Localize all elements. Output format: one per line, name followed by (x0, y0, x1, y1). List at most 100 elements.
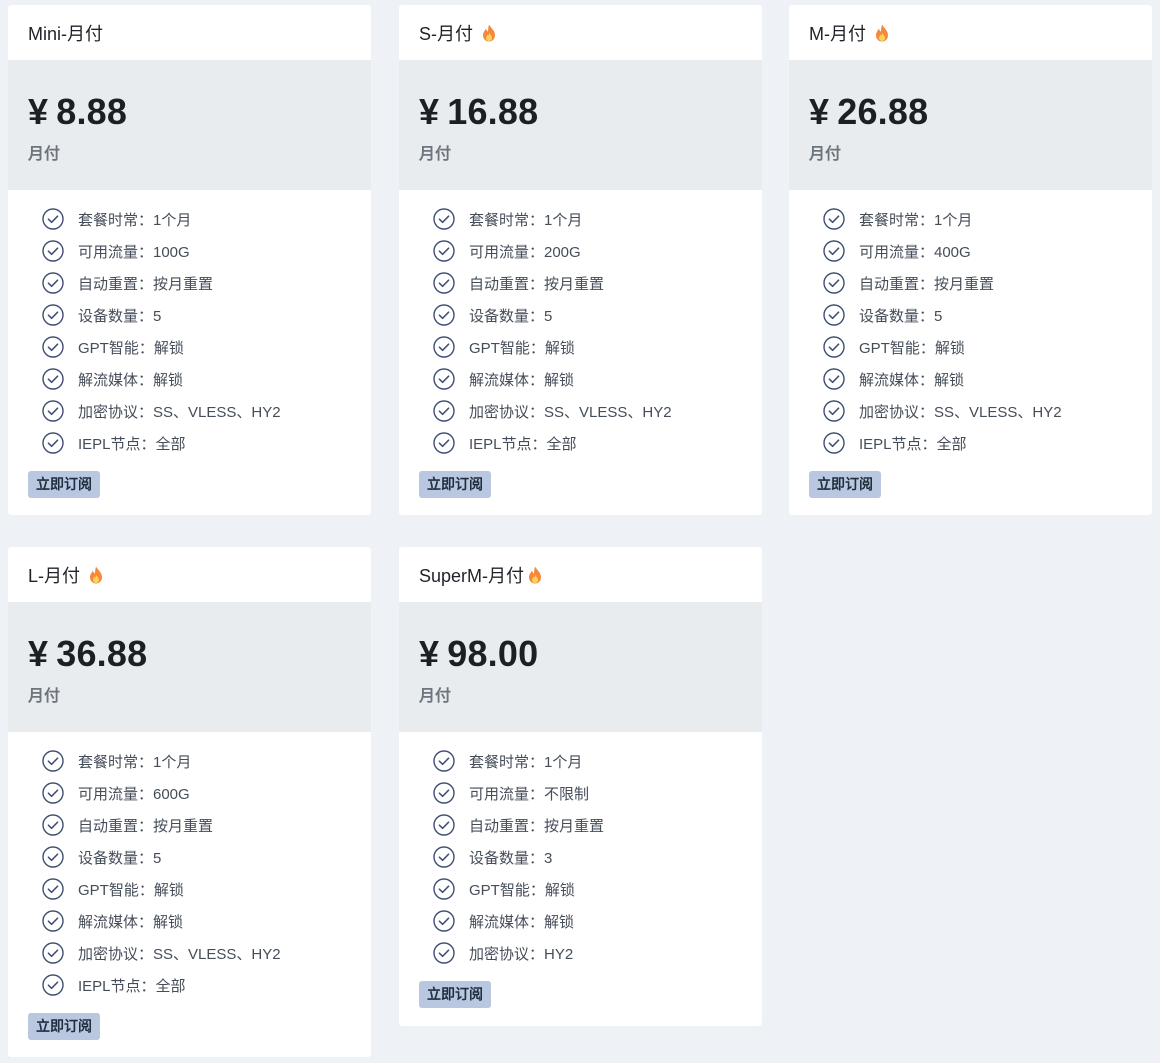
feature-text: IEPL节点：全部 (859, 435, 967, 453)
plan-price: ¥36.88 (28, 632, 351, 676)
plan-title: SuperM-月付 (419, 565, 525, 586)
feature-item: 套餐时常：1个月 (42, 745, 371, 777)
feature-text: IEPL节点：全部 (78, 977, 186, 995)
subscribe-button[interactable]: 立即订阅 (809, 471, 881, 498)
plan-header: SuperM-月付 (399, 547, 762, 602)
plan-title: L-月付 (28, 565, 81, 586)
feature-item: GPT智能：解锁 (823, 331, 1152, 363)
feature-item: 设备数量：5 (42, 841, 371, 873)
billing-period: 月付 (28, 688, 61, 705)
check-circle-icon (433, 240, 455, 262)
feature-item: 设备数量：5 (823, 299, 1152, 331)
subscribe-button[interactable]: 立即订阅 (28, 1013, 100, 1040)
feature-item: IEPL节点：全部 (42, 969, 371, 1001)
check-circle-icon (42, 974, 64, 996)
plan-price: ¥8.88 (28, 90, 351, 134)
check-circle-icon (823, 336, 845, 358)
feature-item: 设备数量：5 (42, 299, 371, 331)
feature-text: 自动重置：按月重置 (78, 817, 214, 835)
feature-item: 自动重置：按月重置 (433, 267, 762, 299)
feature-text: GPT智能：解锁 (78, 881, 184, 899)
plan-grid: Mini-月付 ¥8.88 月付 套餐时常：1个月 可用流量：100G 自动重置：按… (0, 0, 1160, 1063)
plan-title: Mini-月付 (28, 23, 103, 44)
feature-text: 套餐时常：1个月 (78, 211, 192, 229)
feature-item: 可用流量：不限制 (433, 777, 762, 809)
price-amount: 98.00 (447, 633, 539, 674)
fire-icon (90, 566, 103, 583)
fire-icon (529, 566, 542, 583)
plan-price: ¥26.88 (809, 90, 1132, 134)
feature-list: 套餐时常：1个月可用流量：600G 自动重置：按月重置设备数量：5 GPT智能：解锁… (8, 732, 371, 1001)
check-circle-icon (823, 240, 845, 262)
feature-text: 可用流量：不限制 (469, 785, 590, 803)
check-circle-icon (433, 910, 455, 932)
feature-item: 套餐时常：1个月 (42, 203, 371, 235)
feature-list: 套餐时常：1个月 可用流量：200G 自动重置：按月重置 设备数量：5 GPT智能：解锁… (399, 190, 762, 459)
check-circle-icon (42, 272, 64, 294)
check-circle-icon (433, 336, 455, 358)
plan-title: S-月付 (419, 23, 473, 44)
feature-item: 自动重置：按月重置 (42, 809, 371, 841)
check-circle-icon (42, 400, 64, 422)
feature-text: 解流媒体：解锁 (78, 371, 184, 389)
feature-item: 解流媒体：解锁 (42, 363, 371, 395)
feature-item: 设备数量：3 (433, 841, 762, 873)
feature-item: 加密协议：SS、VLESS、HY2 (42, 937, 371, 969)
check-circle-icon (42, 878, 64, 900)
check-circle-icon (433, 782, 455, 804)
feature-text: 加密协议：SS、VLESS、HY2 (469, 403, 672, 421)
check-circle-icon (42, 336, 64, 358)
feature-item: 设备数量：5 (433, 299, 762, 331)
feature-item: IEPL节点：全部 (42, 427, 371, 459)
feature-item: 套餐时常：1个月 (433, 203, 762, 235)
feature-item: 解流媒体：解锁 (433, 363, 762, 395)
check-circle-icon (42, 368, 64, 390)
check-circle-icon (42, 814, 64, 836)
feature-text: 自动重置：按月重置 (469, 817, 605, 835)
feature-item: 加密协议：SS、VLESS、HY2 (42, 395, 371, 427)
feature-item: GPT智能：解锁 (433, 873, 762, 905)
feature-item: 加密协议：SS、VLESS、HY2 (823, 395, 1152, 427)
plan-header: M-月付 (789, 5, 1152, 60)
price-amount: 16.88 (447, 91, 539, 132)
check-circle-icon (42, 240, 64, 262)
plan-card-m: M-月付 ¥26.88 月付 套餐时常：1个月 可用流量：400G 自动重置：按月重… (789, 5, 1152, 515)
feature-text: IEPL节点：全部 (469, 435, 577, 453)
feature-text: 套餐时常：1个月 (469, 211, 583, 229)
feature-text: 设备数量：5 (78, 307, 162, 325)
check-circle-icon (42, 846, 64, 868)
feature-text: GPT智能：解锁 (78, 339, 184, 357)
feature-text: 可用流量：400G (859, 243, 971, 261)
currency-symbol: ¥ (28, 633, 49, 674)
fire-icon (876, 24, 888, 41)
feature-item: 套餐时常：1个月 (433, 745, 762, 777)
check-circle-icon (433, 400, 455, 422)
feature-item: 可用流量：400G (823, 235, 1152, 267)
feature-item: 自动重置：按月重置 (823, 267, 1152, 299)
feature-text: 解流媒体：解锁 (469, 913, 575, 931)
plan-card-mini: Mini-月付 ¥8.88 月付 套餐时常：1个月 可用流量：100G 自动重置：按… (8, 5, 371, 515)
currency-symbol: ¥ (419, 91, 440, 132)
feature-item: 套餐时常：1个月 (823, 203, 1152, 235)
plan-price: ¥16.88 (419, 90, 742, 134)
feature-list: 套餐时常：1个月可用流量：不限制 自动重置：按月重置设备数量：3 GPT智能：解锁解… (399, 732, 762, 969)
subscribe-button[interactable]: 立即订阅 (419, 981, 491, 1008)
check-circle-icon (823, 400, 845, 422)
feature-text: 可用流量：200G (469, 243, 581, 261)
price-block: ¥36.88 月付 (8, 602, 371, 732)
subscribe-button[interactable]: 立即订阅 (28, 471, 100, 498)
feature-text: 解流媒体：解锁 (859, 371, 965, 389)
feature-text: IEPL节点：全部 (78, 435, 186, 453)
check-circle-icon (433, 750, 455, 772)
price-amount: 8.88 (56, 91, 128, 132)
check-circle-icon (433, 814, 455, 836)
plan-card-l: L-月付 ¥36.88 月付 套餐时常：1个月可用流量：600G 自动重置：按月重… (8, 547, 371, 1057)
price-block: ¥98.00 月付 (399, 602, 762, 732)
feature-text: 设备数量：5 (469, 307, 553, 325)
feature-text: 加密协议：SS、VLESS、HY2 (78, 945, 281, 963)
plan-header: Mini-月付 (8, 5, 371, 60)
subscribe-button[interactable]: 立即订阅 (419, 471, 491, 498)
plan-header: L-月付 (8, 547, 371, 602)
feature-text: 可用流量：600G (78, 785, 190, 803)
currency-symbol: ¥ (419, 633, 440, 674)
